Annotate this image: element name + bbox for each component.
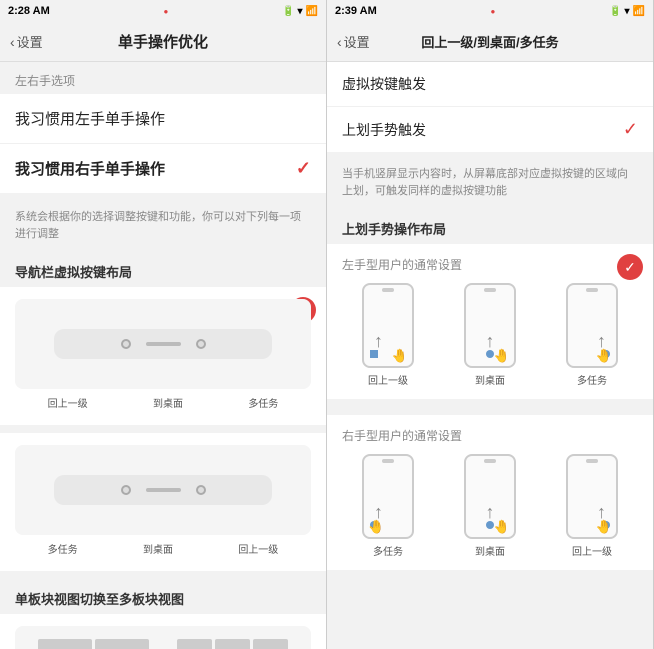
phone-figure-multitask: ↑ 🤚 多任务 xyxy=(566,283,618,387)
left-time: 2:28 AM xyxy=(8,5,50,17)
phone-notch-r-back xyxy=(586,459,598,463)
phone-figure-r-home: ↑ 🤚 到桌面 xyxy=(464,454,516,558)
layout-2-labels: 多任务 到桌面 回上一级 xyxy=(15,541,311,556)
phone-label-r-multitask: 多任务 xyxy=(373,543,403,558)
right-battery-icon: 🔋 xyxy=(609,6,621,17)
grid-preview: › xyxy=(15,626,311,649)
phone-label-home: 到桌面 xyxy=(475,372,505,387)
phone-figure-r-back: ↑ 🤚 回上一级 xyxy=(566,454,618,558)
left-status-icons: 🔋 ▾ 📶 xyxy=(282,6,318,17)
layout-option-2[interactable]: 多任务 到桌面 回上一级 xyxy=(0,433,326,571)
left-page-title: 单手操作优化 xyxy=(118,31,208,52)
right-chevron-icon: ‹ xyxy=(337,34,342,50)
swipe-trigger-option[interactable]: 上划手势触发 ✓ xyxy=(327,107,653,152)
left-panel: 2:28 AM ● 🔋 ▾ 📶 ‹ 设置 单手操作优化 左右手选项 我习惯用左手… xyxy=(0,0,327,649)
left-back-button[interactable]: ‹ 设置 xyxy=(10,32,43,51)
left-hand-gesture-section[interactable]: ✓ 左手型用户的通常设置 ↑ 🤚 回上一级 xyxy=(327,244,653,399)
right-status-bar: 2:39 AM ● 🔋 ▾ 📶 xyxy=(327,0,653,22)
layout-2-diagram xyxy=(15,445,311,535)
phone-shell-r-home: ↑ 🤚 xyxy=(464,454,516,539)
phone-notch-home xyxy=(484,288,496,292)
right-hand-label: 我习惯用右手单手操作 xyxy=(15,158,165,179)
left-hand-option[interactable]: 我习惯用左手单手操作 xyxy=(0,94,326,144)
right-wifi-icon: ▾ xyxy=(625,6,630,17)
layout-1-btn3: 多任务 xyxy=(248,395,278,410)
right-page-title: 回上一级/到桌面/多任务 xyxy=(421,32,558,51)
phone-notch-r-home xyxy=(484,459,496,463)
phone-label-r-back: 回上一级 xyxy=(572,543,612,558)
virtual-trigger-label: 虚拟按键触发 xyxy=(342,74,426,94)
phone-shell-home: ↑ 🤚 xyxy=(464,283,516,368)
phone-label-r-home: 到桌面 xyxy=(475,543,505,558)
layout-1-btn1: 回上一级 xyxy=(48,395,88,410)
left-signal-icon: 📶 xyxy=(306,6,318,17)
left-nav-bar: ‹ 设置 单手操作优化 xyxy=(0,22,326,62)
right-time: 2:39 AM xyxy=(335,5,377,17)
left-chevron-icon: ‹ xyxy=(10,34,15,50)
layout-1-btn2: 到桌面 xyxy=(153,395,183,410)
right-hand-checkmark: ✓ xyxy=(296,158,311,179)
right-hand-gesture-title: 右手型用户的通常设置 xyxy=(337,427,643,444)
phone-shell-r-back: ↑ 🤚 xyxy=(566,454,618,539)
right-notification-dot: ● xyxy=(491,7,496,16)
right-hand-phones-row: ↑ 🤚 多任务 ↑ 🤚 到桌面 xyxy=(337,454,643,558)
handedness-description: 系统会根据你的选择调整按键和功能，你可以对下列每一项进行调整 xyxy=(0,201,326,252)
left-hand-gesture-title: 左手型用户的通常设置 xyxy=(337,256,643,273)
left-status-bar: 2:28 AM ● 🔋 ▾ 📶 xyxy=(0,0,326,22)
left-hand-label: 我习惯用左手单手操作 xyxy=(15,108,165,129)
left-notification-dot: ● xyxy=(164,7,169,16)
left-wifi-icon: ▾ xyxy=(298,6,303,17)
phone-figure-back: ↑ 🤚 回上一级 xyxy=(362,283,414,387)
layout-option-1[interactable]: ✓ 回上一级 到桌面 多任务 xyxy=(0,287,326,425)
layout-1-labels: 回上一级 到桌面 多任务 xyxy=(15,395,311,410)
swipe-trigger-checkmark: ✓ xyxy=(623,119,638,140)
grid-section-title: 单板块视图切换至多板块视图 xyxy=(0,579,326,614)
handedness-section-label: 左右手选项 xyxy=(0,62,326,94)
right-back-label: 设置 xyxy=(344,32,370,51)
right-back-button[interactable]: ‹ 设置 xyxy=(337,32,370,51)
right-hand-option[interactable]: 我习惯用右手单手操作 ✓ xyxy=(0,144,326,193)
left-battery-icon: 🔋 xyxy=(282,6,294,17)
phone-shell-r-multitask: ↑ 🤚 xyxy=(362,454,414,539)
phone-notch-back xyxy=(382,288,394,292)
swipe-trigger-label: 上划手势触发 xyxy=(342,120,426,140)
left-back-label: 设置 xyxy=(17,32,43,51)
right-hand-gesture-section[interactable]: 右手型用户的通常设置 ↑ 🤚 多任务 xyxy=(327,415,653,570)
handedness-card: 我习惯用左手单手操作 我习惯用右手单手操作 ✓ xyxy=(0,94,326,193)
phone-figure-r-multitask: ↑ 🤚 多任务 xyxy=(362,454,414,558)
phone-notch-r-multitask xyxy=(382,459,394,463)
phone-label-back: 回上一级 xyxy=(368,372,408,387)
grid-preview-card: › xyxy=(0,614,326,649)
gesture-layout-title: 上划手势操作布局 xyxy=(327,209,653,244)
left-hand-phones-row: ↑ 🤚 回上一级 ↑ 🤚 到桌面 xyxy=(337,283,643,387)
left-hand-gesture-check: ✓ xyxy=(617,254,643,280)
layout-1-diagram xyxy=(15,299,311,389)
phone-shell-multitask: ↑ 🤚 xyxy=(566,283,618,368)
right-content: 虚拟按键触发 上划手势触发 ✓ 当手机竖屏显示内容时，从屏幕底部对应虚拟按键的区… xyxy=(327,62,653,649)
phone-label-multitask: 多任务 xyxy=(577,372,607,387)
nav-layout-title: 导航栏虚拟按键布局 xyxy=(0,252,326,287)
right-status-icons: 🔋 ▾ 📶 xyxy=(609,6,645,17)
swipe-description: 当手机竖屏显示内容时，从屏幕底部对应虚拟按键的区域向上划，可触发同样的虚拟按键功… xyxy=(327,160,653,209)
virtual-trigger-card: 虚拟按键触发 上划手势触发 ✓ xyxy=(327,62,653,152)
layout-2-btn2: 到桌面 xyxy=(143,541,173,556)
phone-notch-multitask xyxy=(586,288,598,292)
virtual-trigger-option[interactable]: 虚拟按键触发 xyxy=(327,62,653,107)
right-panel: 2:39 AM ● 🔋 ▾ 📶 ‹ 设置 回上一级/到桌面/多任务 虚拟按键触发… xyxy=(327,0,654,649)
layout-2-btn1: 多任务 xyxy=(48,541,78,556)
left-content: 左右手选项 我习惯用左手单手操作 我习惯用右手单手操作 ✓ 系统会根据你的选择调… xyxy=(0,62,326,649)
right-nav-bar: ‹ 设置 回上一级/到桌面/多任务 xyxy=(327,22,653,62)
phone-figure-home: ↑ 🤚 到桌面 xyxy=(464,283,516,387)
phone-shell-back: ↑ 🤚 xyxy=(362,283,414,368)
right-signal-icon: 📶 xyxy=(633,6,645,17)
section-divider xyxy=(327,407,653,415)
layout-2-btn3: 回上一级 xyxy=(238,541,278,556)
